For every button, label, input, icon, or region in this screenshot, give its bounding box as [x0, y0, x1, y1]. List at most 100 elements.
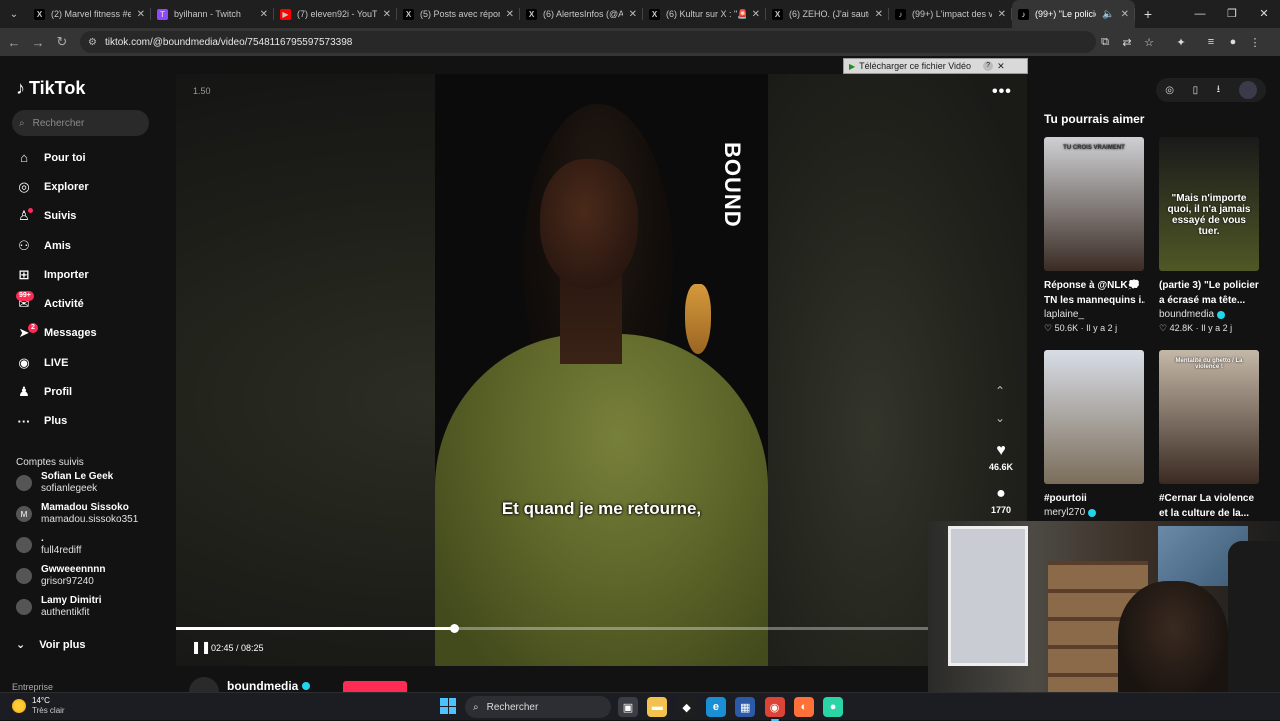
- user-avatar[interactable]: [1238, 81, 1257, 99]
- close-tab-icon[interactable]: ✕: [506, 9, 514, 20]
- app-icon[interactable]: ●: [823, 697, 844, 717]
- sidebar-item-following[interactable]: ♙ Suivis: [0, 202, 170, 231]
- close-tab-icon[interactable]: ✕: [875, 9, 883, 20]
- download-icon[interactable]: ⭳: [1217, 82, 1221, 99]
- recommended-video-card[interactable]: #pourtoii meryl270: [1044, 350, 1145, 518]
- profile-icon[interactable]: ●: [1226, 36, 1240, 48]
- sidebar: ♪ TikTok ⌕ Rechercher ⌂ Pour toi ◎ Explorer…: [0, 58, 170, 692]
- browser-menu-icon[interactable]: ⋮: [1248, 36, 1262, 49]
- back-icon[interactable]: ←: [2, 35, 26, 50]
- translate-icon[interactable]: ⇄: [1120, 36, 1134, 49]
- sidebar-item-compass[interactable]: ◎ Explorer: [0, 172, 170, 201]
- next-video-icon[interactable]: ⌄: [988, 411, 1012, 431]
- close-tab-icon[interactable]: ✕: [383, 9, 391, 20]
- card-author[interactable]: meryl270: [1044, 507, 1145, 518]
- followed-account[interactable]: Lamy Dimitri authentikfit: [16, 592, 166, 622]
- chrome-icon[interactable]: ◉: [764, 697, 785, 721]
- browser-tab[interactable]: X (6) AlertesInfos (@Al ✕: [520, 0, 643, 28]
- new-tab-button[interactable]: +: [1135, 6, 1161, 22]
- nvidia-icon[interactable]: ◆: [676, 697, 697, 717]
- address-bar[interactable]: ⚙ tiktok.com/@boundmedia/video/754811679…: [80, 31, 1096, 53]
- task-view-icon[interactable]: ▣: [618, 697, 638, 717]
- progress-handle[interactable]: [450, 624, 459, 633]
- browser-tab[interactable]: X (5) Posts avec répons ✕: [397, 0, 520, 28]
- device-icon[interactable]: ▯: [1193, 85, 1199, 96]
- youtube-icon: ▶: [280, 8, 291, 20]
- more-options-icon[interactable]: •••: [992, 83, 1012, 101]
- close-icon[interactable]: ✕: [997, 61, 1005, 72]
- tab-list-icon[interactable]: ≡: [1204, 36, 1218, 48]
- file-explorer-icon[interactable]: ▬: [647, 697, 668, 717]
- video-thumbnail[interactable]: "Mais n'importe quoi, il n'a jamais essa…: [1159, 137, 1259, 271]
- store-icon[interactable]: ▦: [735, 697, 756, 717]
- browser-tab[interactable]: X (6) ZEHO. (J'ai sauté) ✕: [766, 0, 889, 28]
- browser-tab[interactable]: ♪ (99+) "Le policier 🔈 ✕: [1012, 0, 1135, 28]
- progress-bar[interactable]: [176, 624, 1027, 633]
- sidebar-item-home[interactable]: ⌂ Pour toi: [0, 143, 170, 172]
- sidebar-item-friends[interactable]: ⚇ Amis: [0, 231, 170, 260]
- edge-icon[interactable]: e: [705, 697, 726, 717]
- recommended-video-card[interactable]: Mentalité du ghetto / La violence ! #Cern…: [1159, 350, 1260, 521]
- video-thumbnail[interactable]: [1044, 350, 1144, 484]
- recommended-video-card[interactable]: TU CROIS VRAIMENT Réponse à @NLK💭 TN les m…: [1044, 137, 1145, 334]
- card-author[interactable]: boundmedia: [1159, 309, 1260, 320]
- help-icon[interactable]: ?: [983, 61, 994, 71]
- reload-icon[interactable]: ↻: [50, 34, 74, 50]
- recommended-video-card[interactable]: "Mais n'importe quoi, il n'a jamais essa…: [1159, 137, 1260, 334]
- tiktok-logo[interactable]: ♪ TikTok: [16, 78, 85, 99]
- download-video-bar[interactable]: ▶ Télécharger ce fichier Vidéo ? ✕: [843, 58, 1028, 74]
- close-tab-icon[interactable]: ✕: [998, 9, 1006, 20]
- close-tab-icon[interactable]: ✕: [137, 9, 145, 20]
- close-tab-icon[interactable]: ✕: [260, 9, 268, 20]
- author-name[interactable]: boundmedia: [227, 679, 310, 693]
- see-more-button[interactable]: ⌄ Voir plus: [16, 638, 85, 652]
- coins-icon[interactable]: ◎: [1165, 85, 1174, 96]
- search-input[interactable]: ⌕ Rechercher: [12, 110, 149, 136]
- sidebar-item-profile[interactable]: ♟ Profil: [0, 377, 170, 406]
- maximize-icon[interactable]: ❐: [1216, 0, 1248, 28]
- close-window-icon[interactable]: ✕: [1248, 0, 1280, 28]
- tab-title: (6) Kultur sur X : "🚨: [666, 8, 746, 19]
- close-tab-icon[interactable]: ✕: [629, 9, 637, 20]
- pause-icon[interactable]: ❚❚: [191, 640, 211, 654]
- card-author[interactable]: laplaine_: [1044, 309, 1145, 320]
- comment-button[interactable]: ● 1770: [981, 485, 1021, 515]
- followed-account[interactable]: Gwweeennnn grisor97240: [16, 561, 166, 591]
- account-name: Mamadou Sissoko: [41, 502, 129, 513]
- close-tab-icon[interactable]: ✕: [1121, 9, 1129, 20]
- playback-speed[interactable]: 1.50: [193, 86, 211, 96]
- browser-tab[interactable]: Tbyilhann - Twitch ✕: [151, 0, 274, 28]
- sidebar-item-upload[interactable]: ⊞ Importer: [0, 260, 170, 289]
- site-info-icon[interactable]: ⚙: [88, 37, 97, 48]
- browser-tab[interactable]: X (2) Marvel fitness #e ✕: [28, 0, 151, 28]
- video-player[interactable]: 1.50 ••• BOUND Et quand je me retourne, …: [176, 74, 1027, 666]
- browser-tab[interactable]: ♪ (99+) L'impact des vi ✕: [889, 0, 1012, 28]
- weather-widget[interactable]: 14°C Très clair: [12, 696, 65, 716]
- like-button[interactable]: ♥ 46.6K: [981, 442, 1021, 472]
- browser-tab[interactable]: ▶ (7) eleven92i - YouTu ✕: [274, 0, 397, 28]
- sidebar-item-messages[interactable]: ➤ 2 Messages: [0, 319, 170, 348]
- tab-search-icon[interactable]: ⌄: [0, 0, 28, 28]
- followed-account[interactable]: M Mamadou Sissoko mamadou.sissoko351: [16, 499, 166, 529]
- previous-video-icon[interactable]: ⌃: [988, 384, 1012, 404]
- sidebar-item-more[interactable]: ··· Plus: [0, 407, 170, 436]
- sidebar-item-live[interactable]: ◉ LIVE: [0, 348, 170, 377]
- close-tab-icon[interactable]: ✕: [752, 9, 760, 20]
- forward-icon[interactable]: →: [26, 35, 50, 50]
- mute-icon[interactable]: 🔈: [1102, 9, 1114, 20]
- video-frame[interactable]: BOUND Et quand je me retourne,: [435, 74, 768, 666]
- sidebar-item-label: Plus: [44, 415, 68, 428]
- sidebar-item-activity[interactable]: ✉ 99+ Activité: [0, 289, 170, 318]
- firefox-icon[interactable]: ◐: [793, 697, 814, 717]
- video-thumbnail[interactable]: TU CROIS VRAIMENT: [1044, 137, 1144, 271]
- video-thumbnail[interactable]: Mentalité du ghetto / La violence !: [1159, 350, 1259, 484]
- bookmark-star-icon[interactable]: ☆: [1142, 36, 1156, 49]
- windows-start-icon[interactable]: [440, 698, 456, 714]
- install-app-icon[interactable]: ⧉: [1098, 36, 1112, 49]
- browser-tab[interactable]: X (6) Kultur sur X : "🚨 ✕: [643, 0, 766, 28]
- minimize-icon[interactable]: —: [1184, 0, 1216, 28]
- followed-account[interactable]: Sofian Le Geek sofianlegeek: [16, 468, 166, 498]
- followed-account[interactable]: . full4rediff: [16, 530, 166, 560]
- extensions-icon[interactable]: ✦: [1174, 36, 1188, 49]
- taskbar-search[interactable]: ⌕ Rechercher: [465, 696, 611, 718]
